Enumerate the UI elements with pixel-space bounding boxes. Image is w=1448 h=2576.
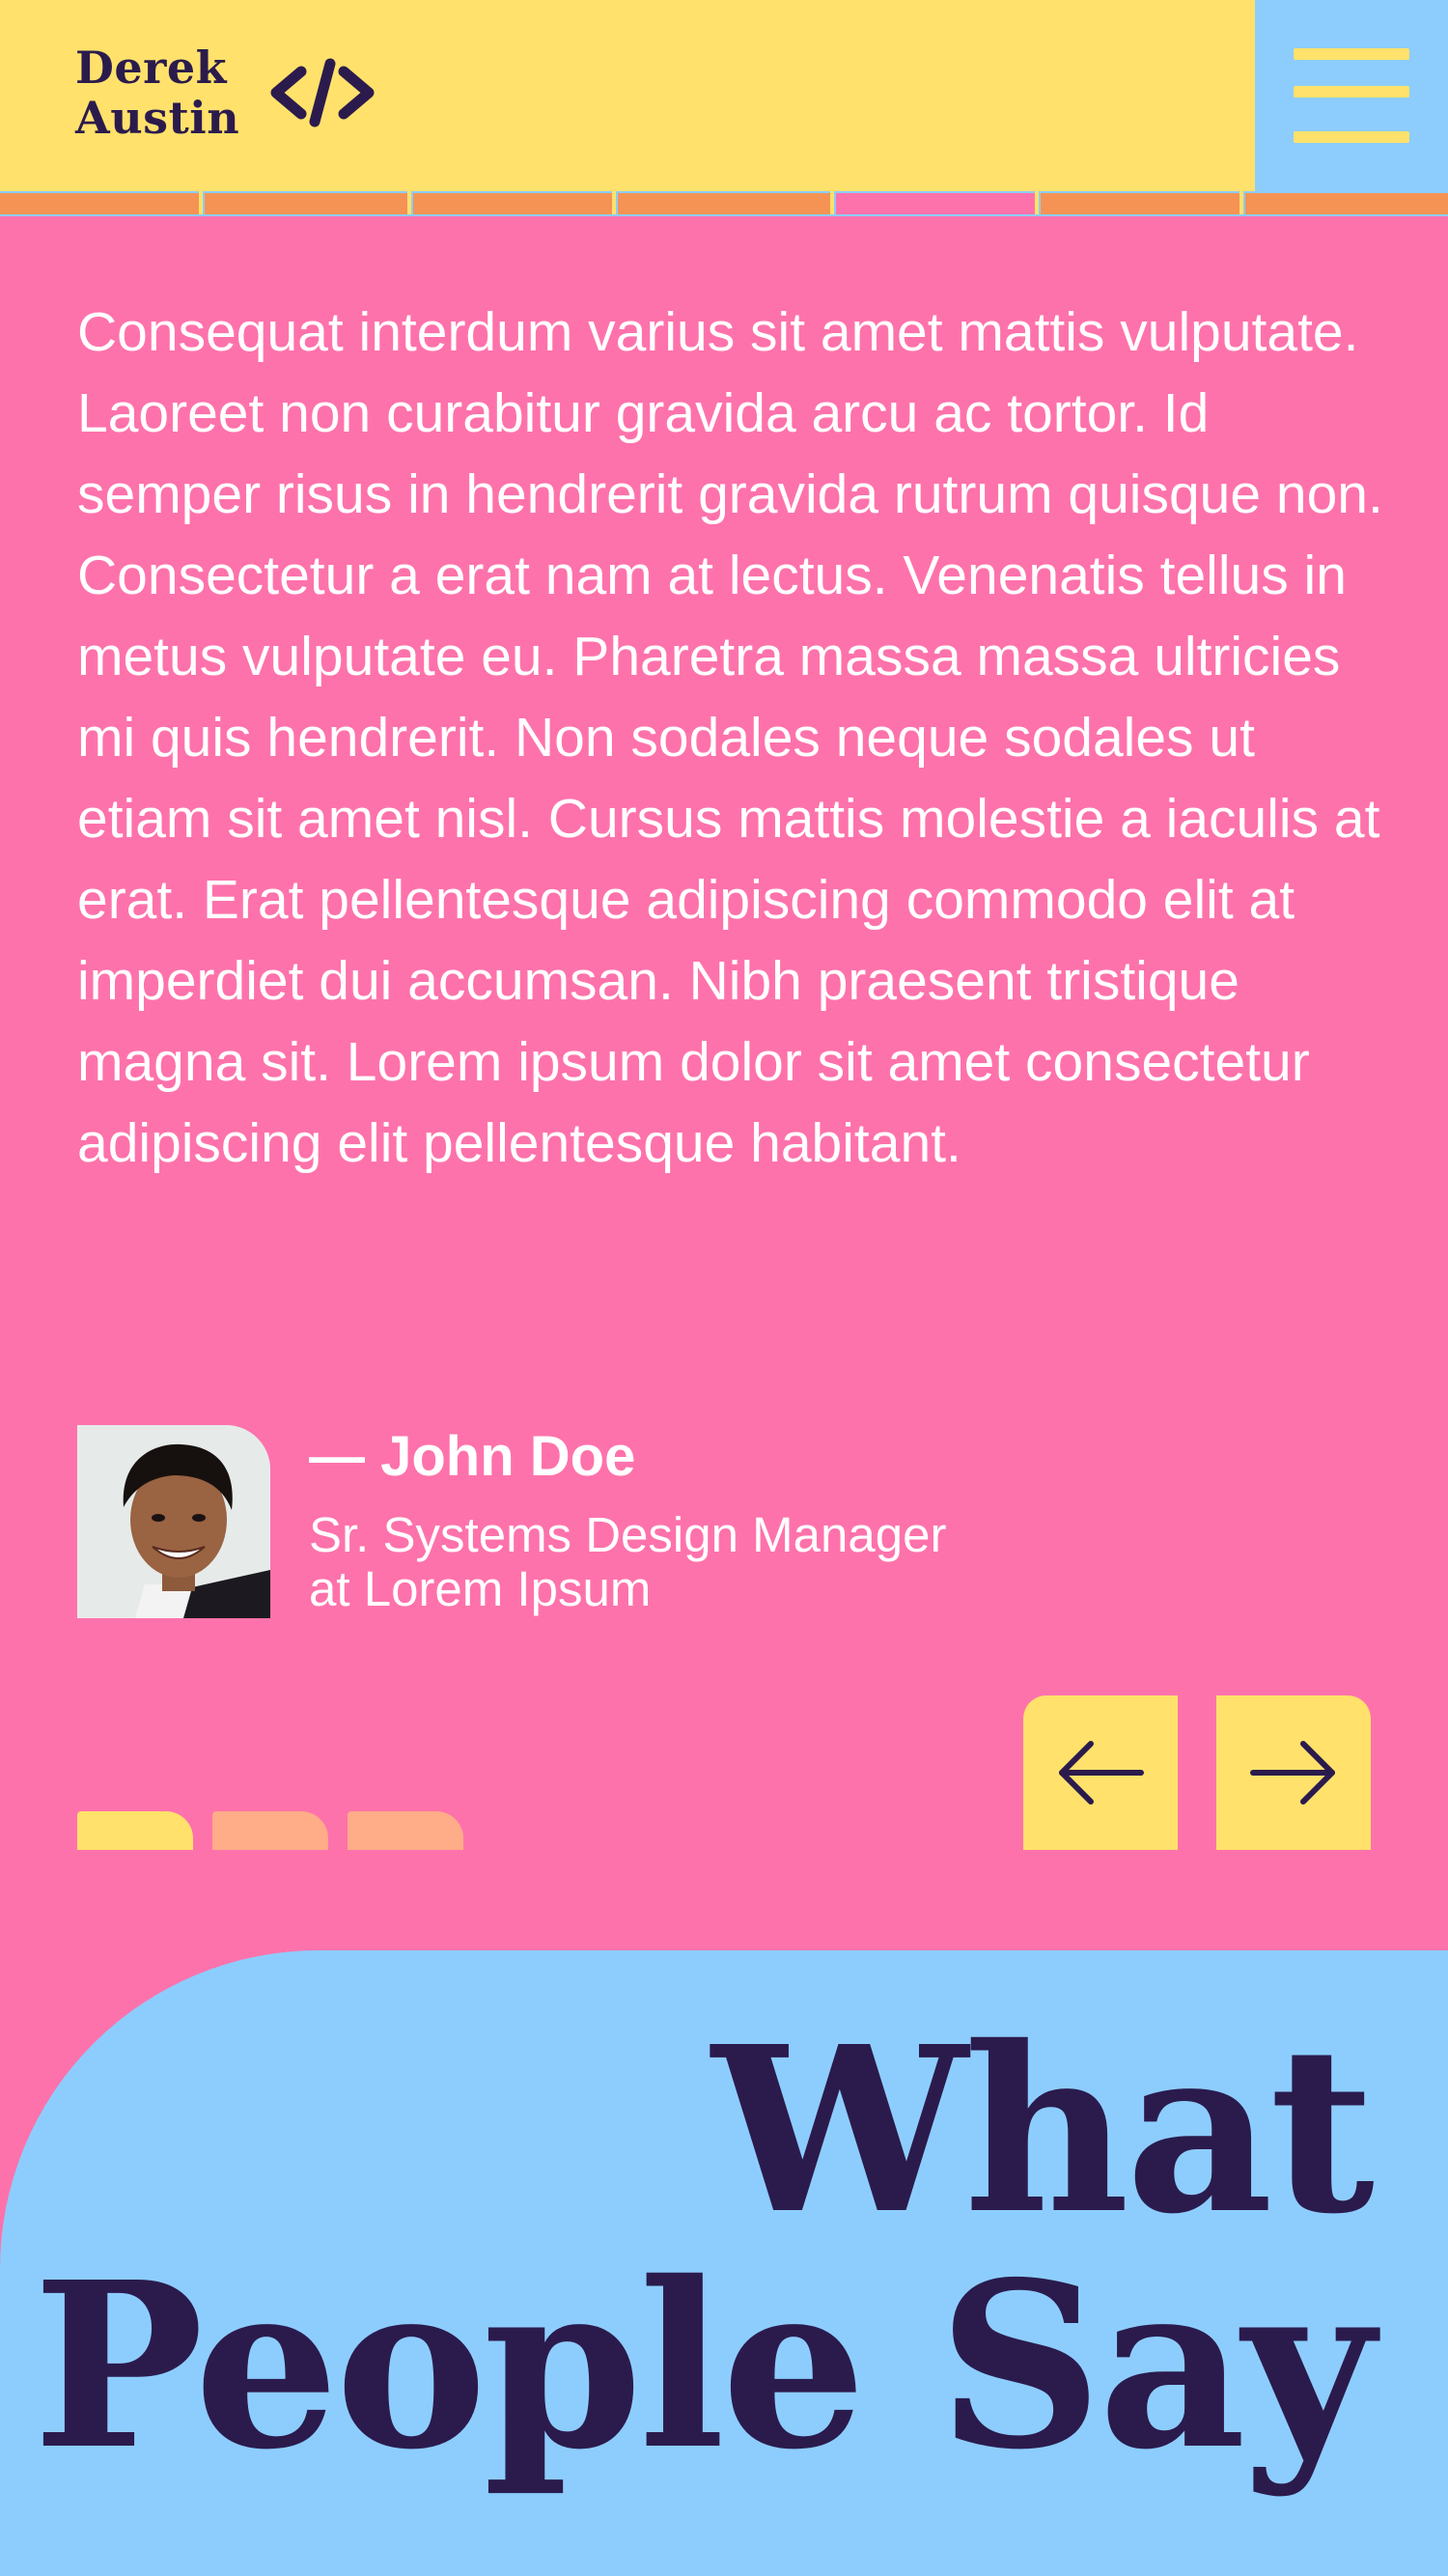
tab-3[interactable] [413, 193, 612, 214]
logo-line-2: Austin [75, 92, 240, 144]
tab-1[interactable] [0, 193, 199, 214]
previous-button[interactable] [1023, 1695, 1178, 1850]
tab-7[interactable] [1245, 193, 1448, 214]
menu-button[interactable] [1255, 0, 1448, 193]
tab-5[interactable] [836, 193, 1035, 214]
slider-dot-2[interactable] [212, 1811, 328, 1850]
tab-strip [0, 191, 1448, 216]
person-photo [77, 1425, 270, 1618]
arrow-right-icon [1250, 1741, 1335, 1805]
code-brackets-icon [270, 58, 375, 127]
slider-dot-3[interactable] [348, 1811, 463, 1850]
tab-6[interactable] [1041, 193, 1239, 214]
arrow-left-icon [1059, 1741, 1144, 1805]
author-name: — John Doe [309, 1425, 636, 1488]
tab-2[interactable] [205, 193, 407, 214]
site-header: Derek Austin [0, 0, 1448, 193]
next-button[interactable] [1216, 1695, 1371, 1850]
author-role-line-2: at Lorem Ipsum [309, 1561, 652, 1616]
logo-line-1: Derek [75, 42, 228, 94]
section-title: What People Say [32, 1996, 1375, 2500]
slider-dot-1[interactable] [77, 1811, 193, 1850]
tab-4[interactable] [618, 193, 830, 214]
section-title-line-2: People Say [32, 2231, 1375, 2500]
avatar [77, 1425, 270, 1618]
section-title-line-1: What [711, 1996, 1375, 2264]
author-role-line-1: Sr. Systems Design Manager [309, 1507, 947, 1562]
logo[interactable]: Derek Austin [75, 42, 380, 143]
logo-text: Derek Austin [75, 42, 239, 143]
author-role: Sr. Systems Design Manager at Lorem Ipsu… [309, 1508, 1043, 1616]
testimonial-quote: Consequat interdum varius sit amet matti… [77, 301, 1383, 1174]
